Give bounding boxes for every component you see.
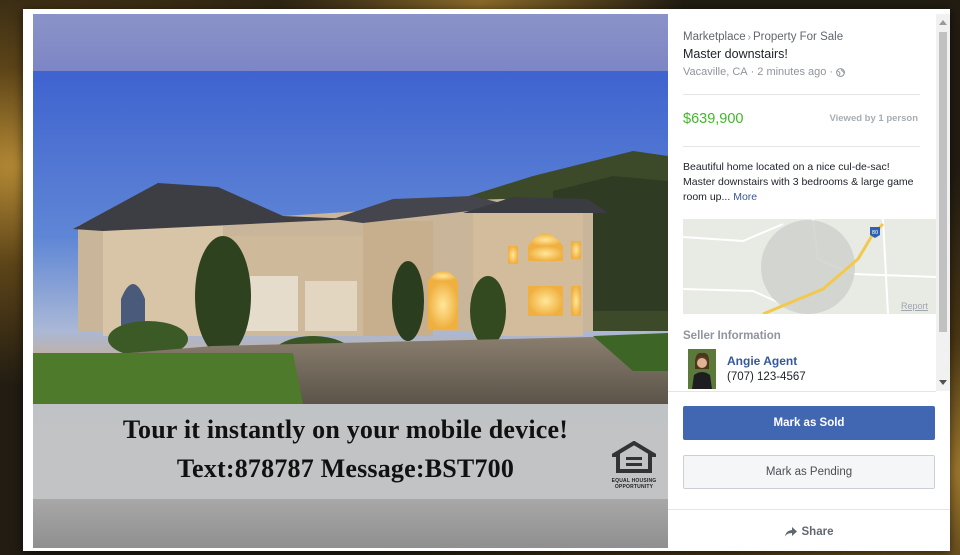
listing-description: Beautiful home located on a nice cul-de-…	[683, 160, 923, 205]
details-scroll-area[interactable]: Marketplace › Property For Sale Master dow…	[668, 14, 936, 391]
meta-separator-2: ·	[829, 66, 834, 78]
map-highway-label: 80	[872, 230, 878, 236]
promo-banner: Tour it instantly on your mobile device!…	[33, 404, 668, 499]
listing-time: 2 minutes ago	[757, 66, 827, 78]
scrollbar-thumb[interactable]	[939, 32, 947, 332]
breadcrumb: Marketplace › Property For Sale	[683, 31, 843, 43]
listing-meta: Vacaville, CA · 2 minutes ago ·	[683, 66, 845, 78]
listing-photo[interactable]: Tour it instantly on your mobile device!…	[33, 14, 668, 548]
listing-modal: Tour it instantly on your mobile device!…	[23, 9, 950, 551]
equal-housing-badge: EQUAL HOUSING OPPORTUNITY	[606, 440, 662, 490]
divider	[683, 146, 920, 147]
seller-name-link[interactable]: Angie Agent	[727, 354, 797, 368]
eho-label-2: OPPORTUNITY	[614, 484, 654, 490]
seller-avatar[interactable]	[688, 349, 716, 389]
meta-separator: ·	[750, 66, 755, 78]
seller-phone: (707) 123-4567	[727, 371, 806, 383]
breadcrumb-property-for-sale[interactable]: Property For Sale	[753, 31, 843, 43]
divider	[683, 94, 920, 95]
mark-as-pending-button[interactable]: Mark as Pending	[683, 455, 935, 489]
equal-housing-icon	[606, 440, 662, 473]
divider	[668, 509, 950, 510]
seller-avatar-image	[688, 349, 716, 389]
description-text: Beautiful home located on a nice cul-de-…	[683, 161, 914, 203]
listing-details-panel: Marketplace › Property For Sale Master dow…	[668, 14, 950, 548]
share-label: Share	[801, 526, 834, 538]
scroll-up-arrow[interactable]	[939, 20, 947, 25]
share-arrow-icon	[784, 527, 797, 537]
listing-price: $639,900	[683, 111, 744, 127]
seller-info-heading: Seller Information	[683, 330, 781, 342]
scroll-down-arrow[interactable]	[939, 380, 947, 385]
listing-title: Master downstairs!	[683, 47, 788, 61]
breadcrumb-marketplace[interactable]: Marketplace	[683, 31, 746, 43]
details-scrollbar[interactable]	[936, 14, 950, 391]
view-count: Viewed by 1 person	[829, 113, 918, 124]
breadcrumb-separator: ›	[747, 32, 751, 43]
listing-location[interactable]: Vacaville, CA	[683, 66, 748, 78]
photo-bottom-fade	[33, 499, 668, 548]
promo-line-1: Tour it instantly on your mobile device!	[122, 415, 569, 444]
map-report-link[interactable]: Report	[901, 301, 928, 311]
see-more-link[interactable]: More	[733, 191, 757, 203]
map-graphic: 80	[683, 219, 936, 314]
promo-line-2: Text:878787 Message:BST700	[176, 454, 515, 483]
location-map[interactable]: 80 Report	[683, 219, 936, 314]
photo-top-fade	[33, 14, 668, 71]
share-button[interactable]: Share	[683, 522, 935, 542]
globe-icon	[836, 67, 845, 77]
mark-as-sold-button[interactable]: Mark as Sold	[683, 406, 935, 440]
divider	[668, 391, 936, 392]
house-photo-image	[33, 71, 668, 404]
